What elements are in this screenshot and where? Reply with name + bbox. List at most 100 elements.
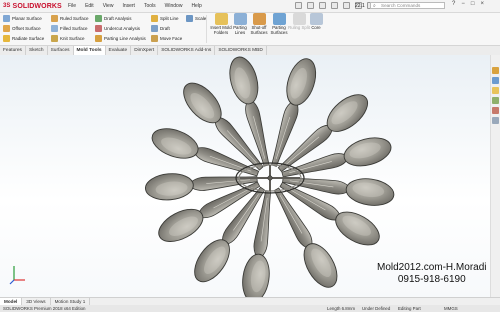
help-icon[interactable]: ? xyxy=(452,1,455,7)
appearances-icon[interactable] xyxy=(492,107,499,114)
undercut-analysis-button[interactable]: Undercut Analysis xyxy=(95,24,140,33)
graphics-area[interactable] xyxy=(0,55,490,297)
new-document-icon[interactable] xyxy=(295,2,302,9)
search-placeholder: Search Commands xyxy=(381,3,421,8)
title-bar: 3S SOLIDWORKS File Edit View Insert Tool… xyxy=(0,0,500,13)
file-explorer-icon[interactable] xyxy=(492,87,499,94)
draft-analysis-icon xyxy=(95,15,102,22)
status-bar: SOLIDWORKS Premium 2018 x64 Edition Leng… xyxy=(0,305,500,312)
zoom-value: 22.1 xyxy=(355,3,365,9)
task-pane-tabs xyxy=(490,55,500,297)
units-selector[interactable]: MMGS xyxy=(444,305,458,312)
planar-surface-button[interactable]: Planar Surface xyxy=(3,14,42,23)
search-input[interactable]: ⌕ Search Commands xyxy=(370,2,445,9)
draft-button[interactable]: Draft xyxy=(151,24,170,33)
ribbon-separator xyxy=(206,15,207,43)
watermark-line-2: 0915-918-6190 xyxy=(397,274,466,285)
tab-mold-tools[interactable]: Mold Tools xyxy=(73,46,106,55)
spoon-cavity[interactable] xyxy=(261,55,322,171)
print-icon[interactable] xyxy=(331,2,338,9)
draft-analysis-button[interactable]: Draft Analysis xyxy=(95,14,132,23)
tab-solidworks-add-ins[interactable]: SOLIDWORKS Add-Ins xyxy=(158,46,216,55)
parting-surfaces-icon xyxy=(272,13,286,25)
menu-tools[interactable]: Tools xyxy=(144,3,156,9)
mold-folders-icon xyxy=(214,13,228,25)
move-face-icon xyxy=(151,35,158,42)
parting-line-analysis-button[interactable]: Parting Line Analysis xyxy=(95,34,146,43)
offset-surface-label: Offset Surface xyxy=(12,26,41,31)
radiate-surface-label: Radiate Surface xyxy=(12,36,45,41)
scale-label: Scale xyxy=(195,16,207,21)
tab-sketch[interactable]: Sketch xyxy=(26,46,48,55)
planar-surface-icon xyxy=(3,15,10,22)
menu-help[interactable]: Help xyxy=(191,3,201,9)
radiate-surface-button[interactable]: Radiate Surface xyxy=(3,34,44,43)
filled-surface-label: Filled Surface xyxy=(60,26,88,31)
minimize-button[interactable]: − xyxy=(461,1,465,7)
offset-surface-button[interactable]: Offset Surface xyxy=(3,24,41,33)
solidworks-logo[interactable]: 3S SOLIDWORKS xyxy=(3,1,62,11)
design-library-icon[interactable] xyxy=(492,77,499,84)
core-button[interactable]: Core xyxy=(305,13,327,31)
spoon-mold-model[interactable] xyxy=(0,55,490,297)
menu-edit[interactable]: Edit xyxy=(85,3,94,9)
search-icon: ⌕ xyxy=(373,3,376,9)
ruled-surface-icon xyxy=(51,15,58,22)
spoon-cavity[interactable] xyxy=(224,55,280,170)
ruling-split-icon xyxy=(292,13,306,25)
scale-button[interactable]: Scale xyxy=(186,14,206,23)
shut-off-surfaces-button[interactable]: Shut-off Surfaces xyxy=(248,13,270,35)
filled-surface-button[interactable]: Filled Surface xyxy=(51,24,88,33)
tab-surfaces[interactable]: Surfaces xyxy=(48,46,74,55)
resources-icon[interactable] xyxy=(492,67,499,74)
custom-properties-icon[interactable] xyxy=(492,117,499,124)
save-icon[interactable] xyxy=(319,2,326,9)
knit-surface-icon xyxy=(51,35,58,42)
planar-surface-label: Planar Surface xyxy=(12,16,42,21)
shut-off-surfaces-icon xyxy=(252,13,266,25)
menu-insert[interactable]: Insert xyxy=(122,3,135,9)
tab-solidworks-mbd[interactable]: SOLIDWORKS MBD xyxy=(215,46,267,55)
parting-surfaces-button[interactable]: Parting Surfaces xyxy=(268,13,290,35)
tab-evaluate[interactable]: Evaluate xyxy=(106,46,132,55)
split-line-button[interactable]: Split Line xyxy=(151,14,179,23)
draft-icon xyxy=(151,25,158,32)
move-face-button[interactable]: Move Face xyxy=(151,34,182,43)
coordinate-triad-icon xyxy=(9,266,25,285)
watermark-text: Mold2012.com-H.Moradi 0915-918-6190 xyxy=(377,262,487,286)
parting-surfaces-label: Parting Surfaces xyxy=(270,25,288,35)
editing-mode: Editing Part xyxy=(398,306,421,311)
parting-line-analysis-label: Parting Line Analysis xyxy=(104,36,146,41)
shut-off-surfaces-label: Shut-off Surfaces xyxy=(250,25,268,35)
parting-line-analysis-icon xyxy=(95,35,102,42)
menu-file[interactable]: File xyxy=(68,3,76,9)
core-icon xyxy=(309,13,323,25)
edition-text: SOLIDWORKS Premium 2018 x64 Edition xyxy=(3,306,86,311)
app-brand: SOLIDWORKS xyxy=(12,2,62,10)
close-button[interactable]: × xyxy=(480,1,484,7)
menu-bar: File Edit View Insert Tools Window Help xyxy=(68,3,202,9)
restore-button[interactable]: □ xyxy=(471,1,475,7)
length-readout: Length 6.8mm xyxy=(327,306,356,311)
view-palette-icon[interactable] xyxy=(492,97,499,104)
undercut-analysis-icon xyxy=(95,25,102,32)
radiate-surface-icon xyxy=(3,35,10,42)
sprue[interactable] xyxy=(267,175,273,181)
sketch-state: Under Defined xyxy=(362,306,391,311)
ruled-surface-button[interactable]: Ruled Surface xyxy=(51,14,89,23)
draft-analysis-label: Draft Analysis xyxy=(104,16,132,21)
knit-surface-button[interactable]: Knit Surface xyxy=(51,34,85,43)
undo-icon[interactable] xyxy=(343,2,350,9)
open-folder-icon[interactable] xyxy=(307,2,314,9)
ds-logo-mark: 3S xyxy=(3,3,11,9)
core-label: Core xyxy=(311,25,321,30)
tab-features[interactable]: Features xyxy=(0,46,26,55)
split-line-icon xyxy=(151,15,158,22)
tab-dimxpert[interactable]: DimXpert xyxy=(131,46,159,55)
split-line-label: Split Line xyxy=(160,16,179,21)
watermark-line-1: Mold2012.com-H.Moradi xyxy=(377,262,487,273)
move-face-label: Move Face xyxy=(160,36,183,41)
scale-icon xyxy=(186,15,193,22)
menu-view[interactable]: View xyxy=(103,3,114,9)
menu-window[interactable]: Window xyxy=(165,3,183,9)
